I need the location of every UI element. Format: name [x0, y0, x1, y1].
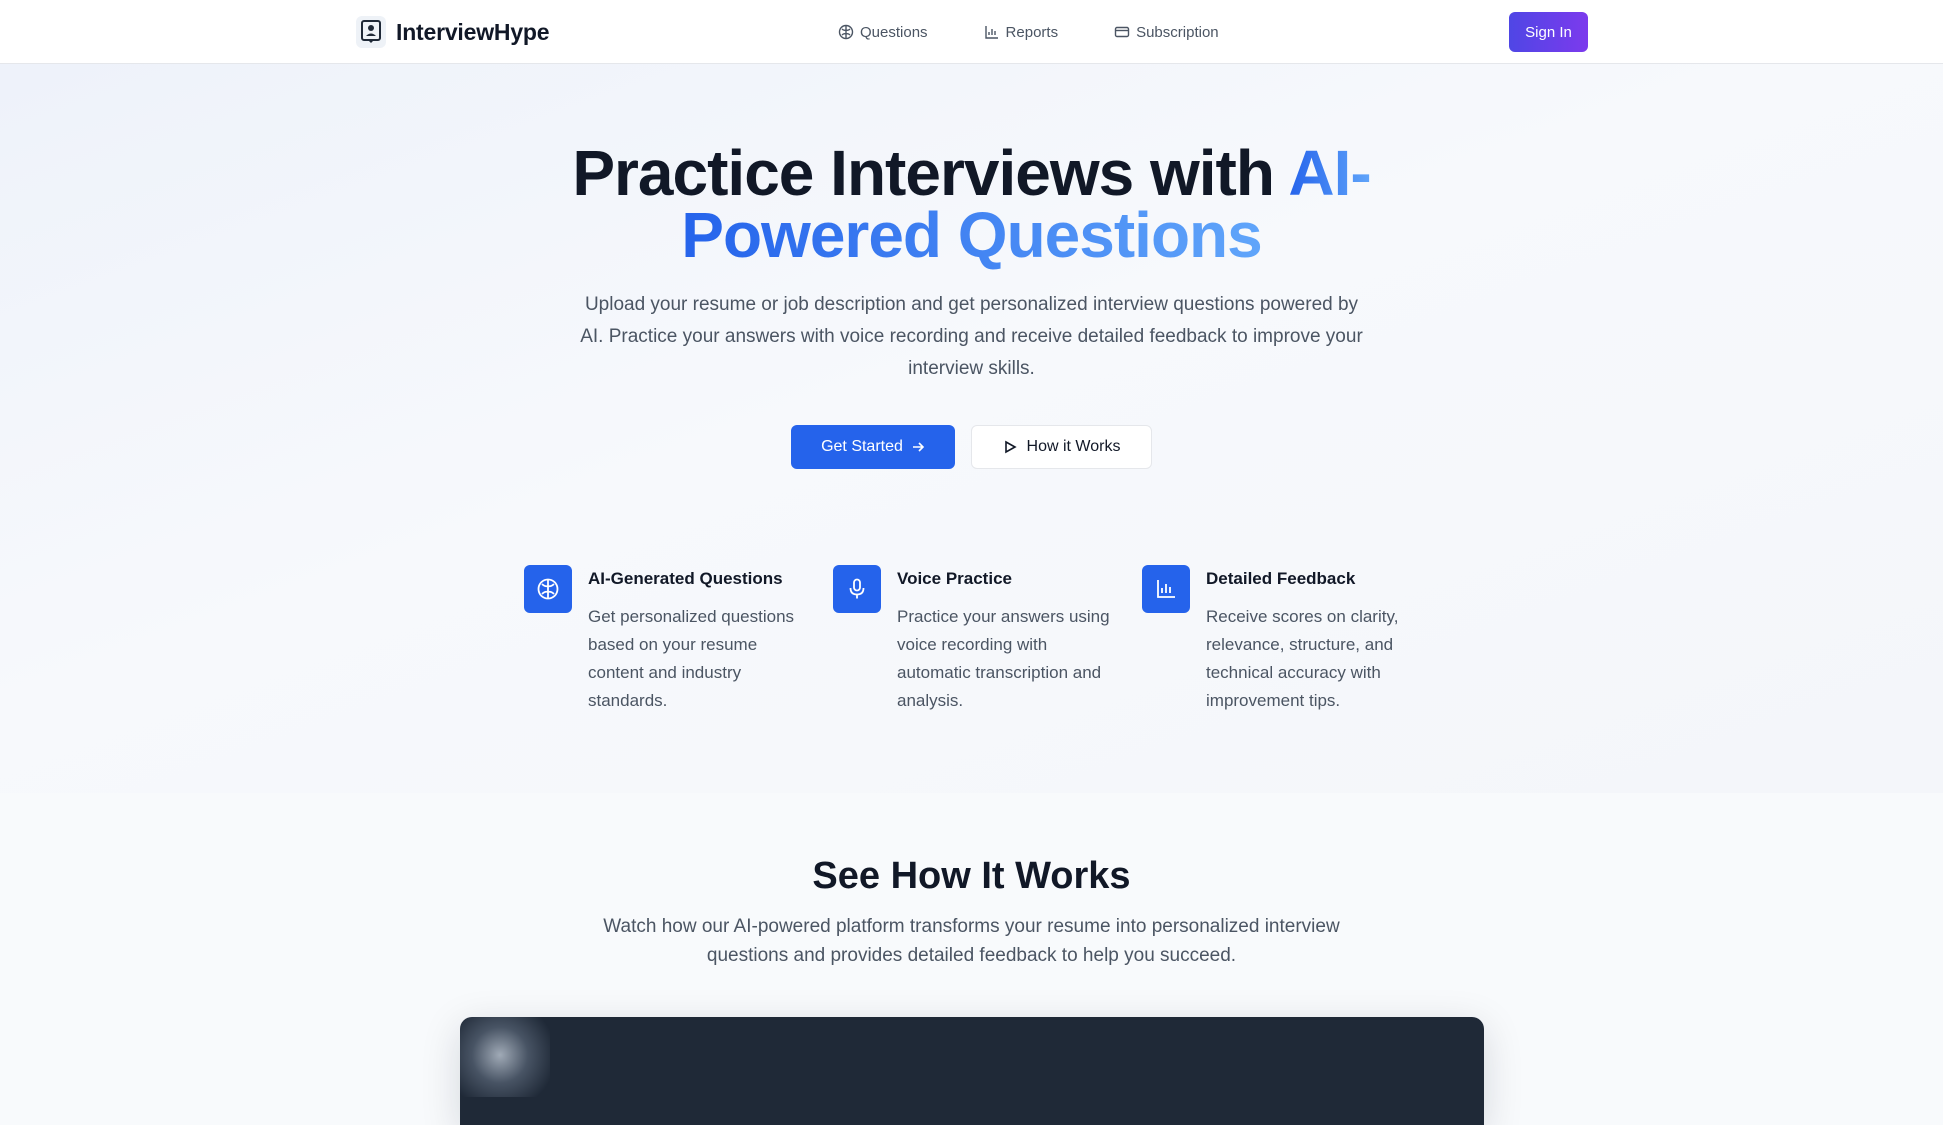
brand-name: InterviewHype [396, 18, 550, 45]
demo-video-player[interactable] [460, 1017, 1484, 1125]
section-subtitle: Watch how our AI-powered platform transf… [603, 916, 1340, 966]
bar-chart-icon [984, 26, 998, 39]
section-title: See How It Works [812, 855, 1131, 897]
hero-title-accent-line2: Powered Questions [681, 199, 1262, 271]
get-started-button[interactable]: Get Started [791, 425, 955, 469]
nav-link-subscription[interactable]: Subscription [1114, 20, 1219, 44]
main-nav: Questions Reports Subscription [838, 20, 1275, 44]
hero-section: Practice Interviews with AI- Powered Que… [0, 64, 1943, 793]
feature-title: AI-Generated Questions [588, 569, 783, 588]
brain-icon [838, 24, 854, 40]
feature-icon-box [524, 565, 572, 613]
feature-title: Detailed Feedback [1206, 569, 1356, 588]
how-it-works-section: See How It Works Watch how our AI-powere… [0, 793, 1943, 1125]
hero-title: Practice Interviews with AI- Powered Que… [0, 141, 1943, 267]
microphone-icon [849, 578, 865, 599]
play-icon [1004, 440, 1017, 454]
top-navbar: InterviewHype Questions Reports Subscrip… [0, 0, 1943, 64]
nav-link-questions[interactable]: Questions [838, 20, 928, 44]
feature-description: Practice your answers using voice record… [897, 607, 1110, 710]
nav-link-label: Subscription [1136, 23, 1219, 41]
sign-in-button[interactable]: Sign In [1509, 12, 1588, 52]
get-started-label: Get Started [821, 438, 903, 455]
feature-description: Get personalized questions based on your… [588, 607, 795, 710]
nav-link-label: Reports [1005, 23, 1059, 41]
credit-card-icon [1114, 26, 1130, 38]
hero-description: Upload your resume or job description an… [580, 294, 1363, 379]
nav-link-label: Questions [860, 23, 928, 41]
feature-icon-box [1142, 565, 1190, 613]
hero-title-accent: AI- [1288, 137, 1371, 209]
feature-description: Receive scores on clarity, relevance, st… [1206, 607, 1399, 710]
how-it-works-button[interactable]: How it Works [971, 425, 1152, 469]
brand-link[interactable]: InterviewHype [356, 15, 550, 49]
arrow-right-icon [912, 442, 925, 452]
logo-icon [356, 16, 386, 48]
bar-chart-icon [1157, 580, 1175, 598]
nav-link-reports[interactable]: Reports [984, 20, 1059, 44]
how-it-works-label: How it Works [1026, 438, 1121, 455]
video-decoration [460, 1017, 550, 1097]
feature-icon-box [833, 565, 881, 613]
brain-icon [537, 578, 559, 600]
feature-title: Voice Practice [897, 569, 1012, 588]
